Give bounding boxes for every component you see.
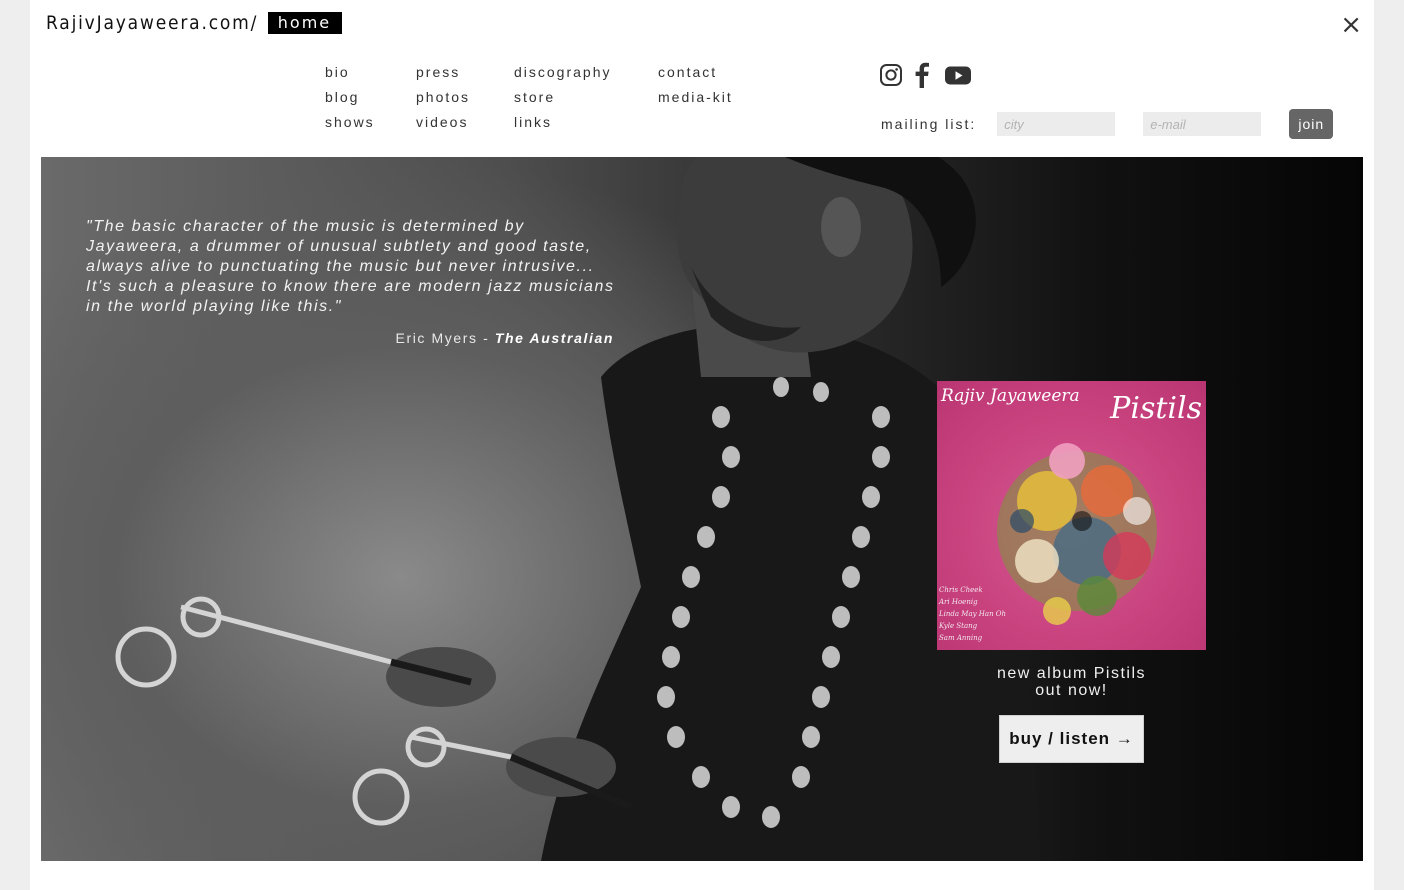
nav-item-bio[interactable]: bio (325, 63, 375, 88)
album-caption: new album Pistils out now! (937, 665, 1206, 699)
hero-banner: "The basic character of the music is det… (41, 157, 1363, 861)
join-button[interactable]: join (1289, 109, 1334, 139)
quote-author: Eric Myers - (395, 330, 495, 346)
nav-item-contact[interactable]: contact (658, 63, 733, 88)
close-button[interactable]: × (1340, 10, 1362, 40)
page: RajivJayaweera.com/ home × bio blog show… (30, 0, 1374, 890)
album-cover-artist: Rajiv Jayaweera (941, 386, 1080, 406)
nav-item-videos[interactable]: videos (416, 113, 470, 138)
album-caption-line1: new album Pistils (996, 665, 1147, 682)
youtube-icon[interactable] (945, 66, 971, 85)
nav-item-shows[interactable]: shows (325, 113, 375, 138)
social-links (879, 62, 971, 88)
buy-listen-button[interactable]: buy / listen → (999, 715, 1144, 763)
instagram-icon[interactable] (879, 63, 903, 87)
album-credit: Ari Hoenig (939, 598, 978, 606)
nav-column-4: contact media-kit (658, 63, 733, 113)
mailing-list-label: mailing list: (881, 116, 977, 132)
city-input[interactable] (997, 112, 1116, 136)
nav-item-press[interactable]: press (416, 63, 470, 88)
album-credit: Linda May Han Oh (939, 610, 1007, 618)
nav-item-links[interactable]: links (514, 113, 612, 138)
quote-attribution: Eric Myers - The Australian (86, 330, 614, 346)
press-quote: "The basic character of the music is det… (86, 218, 615, 315)
nav-column-2: press photos videos (416, 63, 470, 138)
nav-column-3: discography store links (514, 63, 612, 138)
email-input[interactable] (1143, 112, 1262, 136)
album-cover-title: Pistils (1110, 391, 1202, 426)
current-page-tag: home (267, 12, 343, 34)
nav-item-media-kit[interactable]: media-kit (658, 88, 733, 113)
quote-publication: The Australian (494, 330, 614, 346)
mailing-list-form: mailing list: join (881, 109, 1334, 139)
close-icon[interactable]: × (1340, 10, 1362, 40)
nav-item-photos[interactable]: photos (416, 88, 470, 113)
album-credit: Sam Anning (939, 634, 983, 642)
album-cover-credits: Chris Cheek Ari Hoenig Linda May Han Oh … (939, 584, 1006, 644)
album-credit: Kyle Stang (939, 622, 978, 630)
album-caption-line2: out now! (1035, 682, 1108, 699)
nav-item-store[interactable]: store (514, 88, 612, 113)
facebook-icon[interactable] (915, 62, 929, 88)
nav-column-1: bio blog shows (325, 63, 375, 138)
nav-item-discography[interactable]: discography (514, 63, 612, 88)
album-cover[interactable]: Rajiv Jayaweera Pistils Chris Cheek Ari … (937, 381, 1206, 650)
album-credit: Chris Cheek (939, 586, 983, 594)
site-brand[interactable]: RajivJayaweera.com/ home (46, 12, 343, 34)
nav-item-blog[interactable]: blog (325, 88, 375, 113)
site-name[interactable]: RajivJayaweera.com/ (46, 12, 258, 34)
